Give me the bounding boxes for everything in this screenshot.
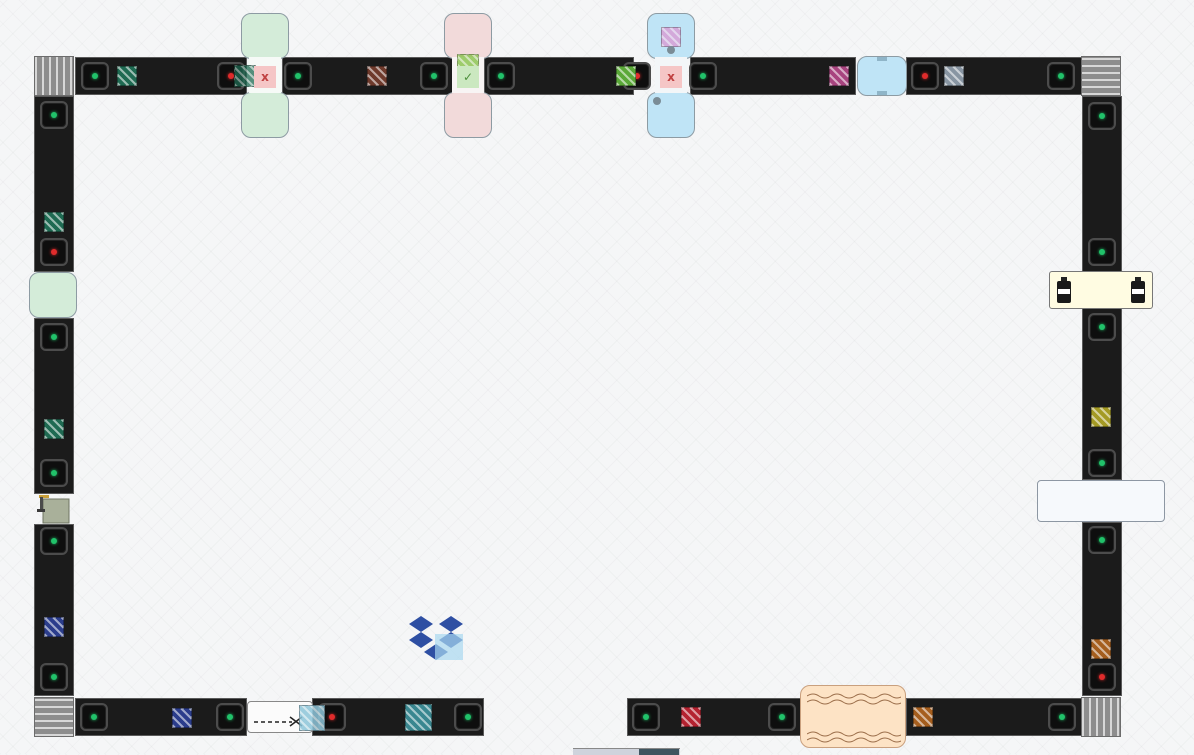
sensor [1088, 102, 1116, 130]
pin-dot [667, 46, 675, 54]
station-white-right[interactable] [1037, 480, 1165, 522]
sensor [768, 703, 796, 731]
sensor [487, 62, 515, 90]
pad-notch [877, 57, 887, 61]
package[interactable] [1091, 407, 1111, 427]
wave-pattern [807, 693, 901, 743]
sensor [216, 703, 244, 731]
dropbox-icon[interactable] [405, 614, 467, 664]
package[interactable] [405, 704, 432, 731]
sensor [420, 62, 448, 90]
package[interactable] [44, 419, 64, 439]
sensor [40, 323, 68, 351]
sensor [632, 703, 660, 731]
stub-box [639, 749, 679, 755]
spray-can-icon [1131, 277, 1145, 303]
pin-dot [653, 97, 661, 105]
package[interactable] [44, 617, 64, 637]
sensor [1088, 238, 1116, 266]
package[interactable] [172, 708, 192, 728]
lever-icon[interactable] [37, 495, 71, 525]
sensor [81, 62, 109, 90]
sensor-alert [40, 238, 68, 266]
package[interactable] [44, 212, 64, 232]
package[interactable] [681, 707, 701, 727]
station-red-bottom[interactable] [444, 92, 492, 138]
package[interactable] [299, 705, 325, 731]
corner-top-left [34, 56, 74, 96]
sensor [1088, 449, 1116, 477]
package[interactable] [234, 65, 256, 87]
sensor [284, 62, 312, 90]
station-blue-pad[interactable] [857, 56, 907, 96]
package[interactable] [616, 66, 636, 86]
sensor [689, 62, 717, 90]
sensor [40, 527, 68, 555]
sensor [1088, 526, 1116, 554]
sensor [454, 703, 482, 731]
station-green-top[interactable] [241, 13, 289, 59]
sensor [1047, 62, 1075, 90]
gate-check-icon[interactable]: ✓ [457, 66, 479, 88]
station-orange-wave[interactable] [800, 685, 906, 748]
station-yellow-spray[interactable] [1049, 271, 1153, 309]
sensor [40, 663, 68, 691]
sensor [80, 703, 108, 731]
sensor [1088, 313, 1116, 341]
sensor [40, 101, 68, 129]
station-red-top[interactable] [444, 13, 492, 59]
corner-bottom-right [1081, 697, 1121, 737]
package[interactable] [117, 66, 137, 86]
station-green-left[interactable] [29, 272, 77, 318]
package[interactable] [829, 66, 849, 86]
sensor-alert [1088, 663, 1116, 691]
sensor-alert [911, 62, 939, 90]
package[interactable] [661, 27, 681, 47]
corner-top-right [1081, 56, 1121, 96]
corner-bottom-left [34, 697, 74, 737]
package[interactable] [367, 66, 387, 86]
sensor [40, 459, 68, 487]
package[interactable] [944, 66, 964, 86]
station-green-bottom[interactable] [241, 92, 289, 138]
package[interactable] [913, 707, 933, 727]
gate-x-icon[interactable]: x [254, 66, 276, 88]
spray-can-icon [1057, 277, 1071, 303]
gate-x-icon[interactable]: x [660, 66, 682, 88]
pad-notch [877, 91, 887, 95]
sensor [1048, 703, 1076, 731]
package[interactable] [1091, 639, 1111, 659]
